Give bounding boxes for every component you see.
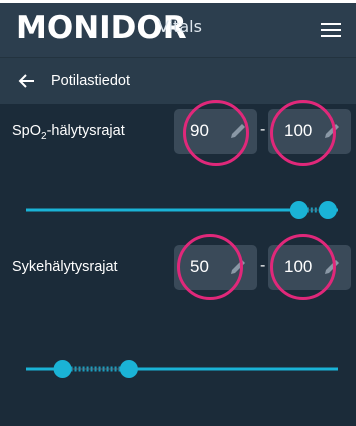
alarm-limits-panel: SpO2-hälytysrajat 90 - 100 Sykehälytysra… <box>0 100 356 426</box>
pulse-high-field[interactable]: 100 <box>268 245 351 290</box>
slider-thumb-high[interactable] <box>119 360 138 378</box>
pulse-range-slider[interactable] <box>26 357 338 381</box>
spo2-low-value: 90 <box>190 121 209 140</box>
spo2-label-suffix: -hälytysrajat <box>46 123 125 139</box>
pulse-limits-label: Sykehälytysrajat <box>12 259 118 275</box>
arrow-left-icon[interactable] <box>17 71 37 91</box>
pencil-icon[interactable] <box>228 257 248 277</box>
pencil-icon[interactable] <box>322 257 342 277</box>
pulse-low-value: 50 <box>190 257 209 276</box>
spo2-high-field[interactable]: 100 <box>268 109 351 154</box>
pencil-icon[interactable] <box>322 121 342 141</box>
spo2-limits-label: SpO2-hälytysrajat <box>12 123 125 142</box>
spo2-range-separator: - <box>260 121 266 138</box>
pulse-low-field[interactable]: 50 <box>174 245 257 290</box>
spo2-range-slider[interactable] <box>26 198 338 222</box>
spo2-low-field[interactable]: 90 <box>174 109 257 154</box>
pulse-high-value: 100 <box>284 257 313 276</box>
brand-subtitle: Vitals <box>158 17 202 36</box>
pulse-range-separator: - <box>260 257 266 274</box>
page-title: Potilastiedot <box>51 73 130 89</box>
slider-thumb-low[interactable] <box>289 201 308 219</box>
pencil-icon[interactable] <box>228 121 248 141</box>
hamburger-menu-icon[interactable] <box>321 23 341 39</box>
spo2-label-prefix: SpO <box>12 123 42 139</box>
slider-thumb-high[interactable] <box>319 201 337 219</box>
sub-header-bar: Potilastiedot <box>0 57 356 105</box>
top-app-bar: MONIDOR Vitals <box>0 0 356 57</box>
slider-thumb-low[interactable] <box>53 360 72 378</box>
app-window: MONIDOR Vitals Potilastiedot SpO2-hälyty… <box>0 0 356 426</box>
spo2-high-value: 100 <box>284 121 313 140</box>
